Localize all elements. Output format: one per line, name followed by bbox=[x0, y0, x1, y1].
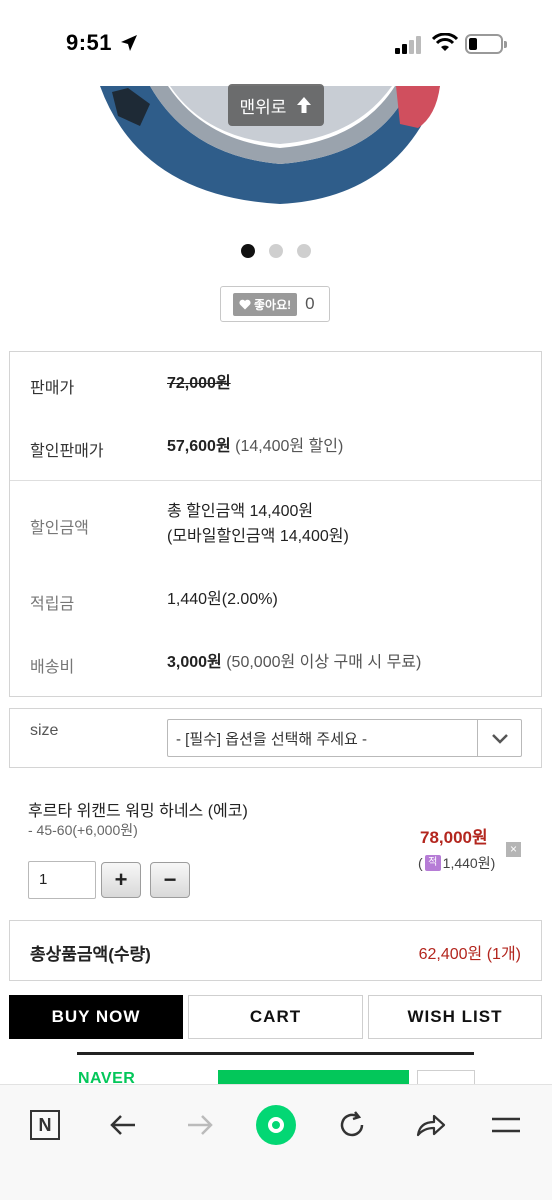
discount-total-line2: (모바일할인금액 14,400원) bbox=[167, 528, 349, 545]
like-count: 0 bbox=[305, 294, 315, 313]
location-arrow-icon bbox=[121, 35, 137, 51]
shipping-label: 배송비 bbox=[30, 659, 75, 676]
share-icon[interactable] bbox=[408, 1103, 452, 1147]
shipping-value: 3,000원 bbox=[167, 654, 222, 671]
selected-item-points: ( 적 1,440원) bbox=[418, 853, 495, 873]
browser-bottom-nav: N bbox=[0, 1084, 552, 1200]
discount-price-row: 57,600원 (14,400원 할인) bbox=[167, 434, 343, 459]
refresh-icon[interactable] bbox=[330, 1103, 374, 1147]
sale-price-label: 판매가 bbox=[30, 380, 75, 397]
n-icon[interactable]: N bbox=[23, 1103, 67, 1147]
size-select-value: - [필수] 옵션을 선택해 주세요 - bbox=[176, 730, 367, 748]
size-select[interactable]: - [필수] 옵션을 선택해 주세요 - bbox=[167, 719, 522, 757]
points-value: 1,440원(2.00%) bbox=[167, 591, 278, 608]
like-label: 좋아요! bbox=[254, 297, 292, 312]
slide-dot-active[interactable] bbox=[241, 244, 255, 258]
chevron-down-icon[interactable] bbox=[477, 720, 521, 756]
price-info-table: 판매가 72,000원 할인판매가 57,600원 (14,400원 할인) 할… bbox=[9, 351, 542, 697]
selected-item-option: - 45-60(+6,000원) bbox=[28, 822, 138, 838]
cellular-signal-icon bbox=[395, 36, 421, 54]
points-icon: 적 bbox=[424, 855, 441, 871]
like-button[interactable]: 좋아요! 0 bbox=[220, 286, 330, 322]
discount-total-label: 할인금액 bbox=[30, 520, 89, 537]
quantity-minus-button[interactable]: − bbox=[150, 862, 190, 898]
selected-item-name: 후르타 위캔드 워밍 하네스 (에코) bbox=[28, 803, 248, 820]
back-arrow-icon[interactable] bbox=[101, 1103, 145, 1147]
buy-now-button[interactable]: BUY NOW bbox=[9, 995, 183, 1039]
sale-price-value: 72,000원 bbox=[167, 375, 231, 392]
status-bar: 9:51 bbox=[0, 0, 552, 86]
total-label: 총상품금액(수량) bbox=[30, 945, 151, 964]
total-row: 총상품금액(수량) 62,400원 (1개) bbox=[9, 920, 542, 981]
wifi-icon bbox=[432, 33, 458, 51]
battery-icon bbox=[465, 34, 507, 54]
points-label: 적립금 bbox=[30, 596, 75, 613]
home-icon[interactable] bbox=[254, 1103, 298, 1147]
slide-dot[interactable] bbox=[297, 244, 311, 258]
shipping-note: (50,000원 이상 구매 시 무료) bbox=[226, 654, 422, 671]
points-open-paren: ( bbox=[418, 855, 423, 871]
quantity-input[interactable]: 1 bbox=[28, 861, 96, 899]
n-icon-label: N bbox=[30, 1110, 60, 1140]
wish-list-button[interactable]: WISH LIST bbox=[368, 995, 542, 1039]
naver-pay-divider bbox=[77, 1052, 474, 1055]
shipping-row: 3,000원 (50,000원 이상 구매 시 무료) bbox=[167, 650, 421, 675]
divider bbox=[10, 480, 541, 481]
discount-note: (14,400원 할인) bbox=[235, 438, 344, 455]
slide-dot[interactable] bbox=[269, 244, 283, 258]
scroll-to-top-label: 맨위로 bbox=[239, 97, 287, 117]
forward-arrow-icon[interactable] bbox=[178, 1103, 222, 1147]
status-time: 9:51 bbox=[66, 30, 113, 55]
total-value: 62,400원 (1개) bbox=[418, 946, 521, 963]
option-row: size - [필수] 옵션을 선택해 주세요 - bbox=[9, 708, 542, 768]
option-label: size bbox=[30, 722, 59, 739]
arrow-up-icon bbox=[297, 97, 312, 113]
cart-button[interactable]: CART bbox=[188, 995, 363, 1039]
selected-item-price: 78,000원 bbox=[420, 828, 488, 847]
heart-icon bbox=[239, 299, 251, 309]
quantity-plus-button[interactable]: + bbox=[101, 862, 141, 898]
discount-price-label: 할인판매가 bbox=[30, 443, 104, 460]
slide-indicator bbox=[0, 244, 552, 258]
scroll-to-top-button[interactable]: 맨위로 bbox=[228, 84, 324, 126]
like-badge: 좋아요! bbox=[233, 292, 298, 316]
discount-total-line1: 총 할인금액 14,400원 bbox=[167, 503, 314, 520]
menu-icon[interactable] bbox=[484, 1103, 528, 1147]
selected-item-points-value: 1,440원) bbox=[442, 855, 496, 871]
discount-price-value: 57,600원 bbox=[167, 438, 231, 455]
remove-item-button[interactable]: × bbox=[506, 842, 521, 857]
